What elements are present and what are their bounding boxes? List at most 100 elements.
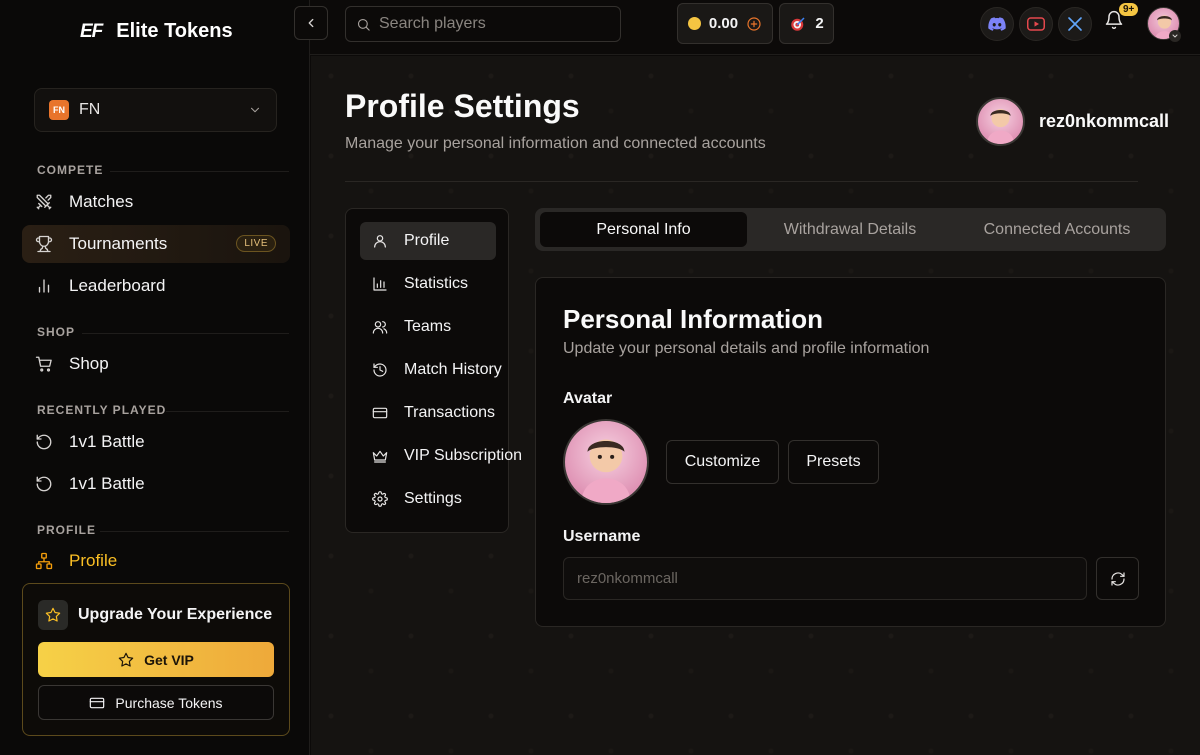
sidebar-item-matches[interactable]: Matches [22,183,290,221]
purchase-tokens-label: Purchase Tokens [115,694,223,711]
menu-item-profile[interactable]: Profile [360,222,496,260]
tab-personal-info[interactable]: Personal Info [540,212,747,247]
chevron-down-icon [248,103,262,117]
menu-item-label: Profile [404,232,450,249]
chevron-down-icon[interactable] [1169,30,1181,42]
menu-item-label: Statistics [404,275,469,292]
get-vip-button[interactable]: Get VIP [38,642,274,677]
brand-logo[interactable]: EF Elite Tokens [80,20,233,43]
upgrade-card: Upgrade Your Experience Get VIP Purchase… [22,583,290,736]
username-field[interactable] [563,557,1087,600]
sidebar-item-recent-1[interactable]: 1v1 Battle [22,423,290,461]
presets-button[interactable]: Presets [788,440,879,484]
sidebar-item-label: Matches [69,192,134,211]
sidebar: EF Elite Tokens FN FN COMPETE Matches To… [0,0,310,755]
sidebar-item-tournaments[interactable]: Tournaments LIVE [22,225,290,263]
section-recently-played: RECENTLY PLAYED [37,403,167,417]
user-icon [372,233,388,249]
regenerate-username-button[interactable] [1096,557,1139,600]
bar-chart-icon [35,277,53,295]
menu-item-vip-subscription[interactable]: VIP Subscription [360,437,522,475]
sidebar-item-shop[interactable]: Shop [22,345,290,383]
tickets-value: 2 [815,15,824,32]
sidebar-item-label: 1v1 Battle [69,474,145,493]
section-shop: SHOP [37,325,76,339]
collapse-sidebar-button[interactable] [294,6,328,40]
divider [166,411,289,412]
youtube-icon [1027,17,1045,31]
live-badge: LIVE [236,235,276,252]
card-title: Personal Information [563,304,824,334]
get-vip-label: Get VIP [144,651,194,668]
users-icon [372,319,388,335]
refresh-icon [1110,571,1126,587]
search-icon [356,17,371,32]
page-title: Profile Settings [345,88,580,124]
card-icon [89,695,105,711]
avatar [976,97,1025,146]
network-icon [35,552,53,570]
search-bar[interactable] [345,6,621,42]
tickets-counter[interactable]: 2 [779,3,834,44]
sidebar-item-profile[interactable]: Profile [22,542,290,580]
gear-icon [372,491,388,507]
sidebar-item-label: Profile [69,551,118,570]
section-compete: COMPETE [37,163,104,177]
star-icon [38,600,68,630]
upgrade-header: Upgrade Your Experience [38,600,272,630]
avatar [563,419,649,505]
menu-item-settings[interactable]: Settings [360,480,496,518]
brand-mark: EF [80,20,103,42]
settings-tabs: Personal Info Withdrawal Details Connect… [535,208,1166,251]
menu-item-label: Settings [404,490,462,507]
plus-circle-icon[interactable] [746,16,762,32]
target-icon [789,15,807,33]
menu-item-label: VIP Subscription [404,447,522,464]
divider [110,171,289,172]
game-badge: FN [49,100,69,120]
cart-icon [35,355,53,373]
page-subtitle: Manage your personal information and con… [345,135,766,152]
avatar-label: Avatar [563,390,613,407]
youtube-button[interactable] [1019,7,1053,41]
sidebar-item-leaderboard[interactable]: Leaderboard [22,267,290,305]
card-subtitle: Update your personal details and profile… [563,340,930,357]
tab-connected-accounts[interactable]: Connected Accounts [953,212,1161,247]
history-icon [35,475,53,493]
x-button[interactable] [1058,7,1092,41]
history-icon [372,362,388,378]
section-profile: PROFILE [37,523,97,537]
balance-value: 0.00 [708,15,739,32]
customize-button[interactable]: Customize [666,440,779,484]
upgrade-title: Upgrade Your Experience [78,606,273,623]
menu-item-teams[interactable]: Teams [360,308,496,346]
card-icon [372,405,388,421]
sidebar-item-label: Tournaments [69,234,168,253]
menu-item-label: Teams [404,318,452,335]
menu-item-label: Transactions [404,404,495,421]
sidebar-item-label: Leaderboard [69,276,166,295]
trophy-icon [35,235,53,253]
discord-button[interactable] [980,7,1014,41]
history-icon [35,433,53,451]
divider [345,181,1138,182]
game-selector[interactable]: FN FN [34,88,277,132]
bar-chart-icon [372,276,388,292]
menu-item-label: Match History [404,361,502,378]
purchase-tokens-button[interactable]: Purchase Tokens [38,685,274,720]
menu-item-statistics[interactable]: Statistics [360,265,496,303]
menu-item-transactions[interactable]: Transactions [360,394,496,432]
token-balance[interactable]: 0.00 [677,3,773,44]
game-name: FN [79,101,101,118]
tab-withdrawal-details[interactable]: Withdrawal Details [747,212,953,247]
sidebar-item-label: Shop [69,354,109,373]
discord-icon [988,17,1006,31]
sidebar-item-recent-2[interactable]: 1v1 Battle [22,465,290,503]
menu-item-match-history[interactable]: Match History [360,351,502,389]
divider [100,531,289,532]
settings-menu: Profile Statistics Teams Match History T… [345,208,522,533]
username-display: rez0nkommcall [1039,111,1170,131]
search-input[interactable] [379,15,599,33]
username-label: Username [563,528,641,545]
crown-icon [372,448,388,464]
